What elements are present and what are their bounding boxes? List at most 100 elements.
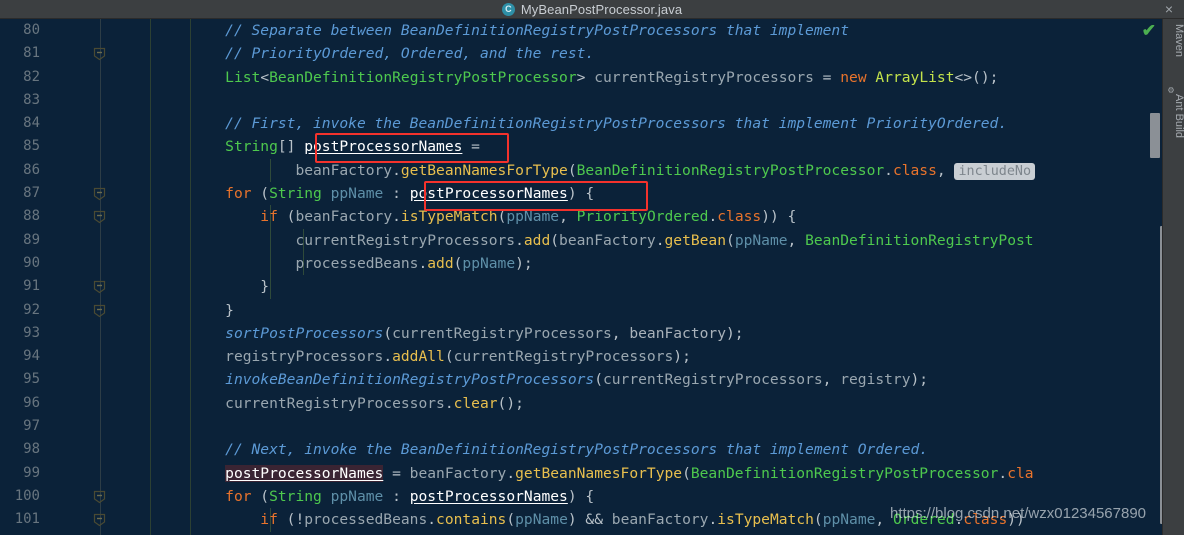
code-token: ( [682,464,691,482]
code-text[interactable]: processedBeans.add(ppName); [190,252,532,275]
code-line[interactable]: 96 currentRegistryProcessors.clear(); [0,392,1162,415]
code-text[interactable]: // First, invoke the BeanDefinitionRegis… [190,112,1007,135]
code-line[interactable]: 84 // First, invoke the BeanDefinitionRe… [0,112,1162,135]
code-line[interactable]: 93 sortPostProcessors(currentRegistryPro… [0,322,1162,345]
code-text[interactable]: currentRegistryProcessors.clear(); [190,392,524,415]
code-line[interactable]: 97 [0,415,1162,438]
code-token: : [383,185,410,203]
code-token: BeanDefinitionRegistryPostProcessor [269,68,577,86]
code-lines[interactable]: 80 // Separate between BeanDefinitionReg… [0,19,1162,532]
line-number: 86 [23,161,40,178]
code-fold-icon[interactable] [93,490,106,504]
line-number: 94 [23,348,40,365]
code-token: < [260,68,270,86]
code-token: BeanDefinitionRegistryPostProcessor [690,464,999,482]
code-line[interactable]: 85 String[] postProcessorNames = [0,135,1162,158]
code-token: includeNo [954,162,1036,180]
code-token: // Next, invoke the BeanDefinitionRegist… [225,441,929,459]
code-token: . [418,254,428,272]
title-bar: C MyBeanPostProcessor.java × [0,0,1184,19]
code-token: class [717,208,762,226]
code-token: PriorityOrdered [576,208,709,226]
line-number: 85 [23,138,40,155]
code-line[interactable]: 101 if (!processedBeans.contains(ppName)… [0,508,1162,532]
code-text[interactable]: sortPostProcessors(currentRegistryProces… [190,322,743,345]
code-token: Ordered [893,511,955,529]
code-text[interactable]: for (String ppName : postProcessorNames)… [190,485,594,508]
code-token: beanFactory [409,464,507,482]
code-line[interactable]: 90 processedBeans.add(ppName); [0,251,1162,276]
code-token: getBeanNamesForType [515,464,683,482]
code-editor[interactable]: 80 // Separate between BeanDefinitionReg… [0,19,1162,535]
code-token: . [954,511,964,529]
code-token: } [190,278,270,296]
code-token: contains [436,511,507,529]
code-line[interactable]: 98 // Next, invoke the BeanDefinitionReg… [0,438,1162,461]
code-text[interactable]: registryProcessors.addAll(currentRegistr… [190,345,691,368]
code-fold-icon[interactable] [93,280,106,294]
code-text[interactable]: if (!processedBeans.contains(ppName) && … [190,508,1025,531]
code-line[interactable]: 88 if (beanFactory.isTypeMatch(ppName, P… [0,205,1162,229]
code-text[interactable]: for (String ppName : postProcessorNames)… [190,182,594,205]
vertical-scrollbar-thumb[interactable] [1150,113,1160,158]
tool-tab-maven[interactable]: Maven [1163,21,1184,57]
code-line[interactable]: 80 // Separate between BeanDefinitionReg… [0,19,1162,42]
line-number: 83 [23,91,40,108]
line-number: 88 [23,208,40,225]
code-token: , [787,231,806,249]
code-line[interactable]: 81 // PriorityOrdered, Ordered, and the … [0,42,1162,65]
code-fold-icon[interactable] [93,304,106,318]
code-token: . [506,464,516,482]
line-number: 99 [23,464,40,481]
code-line[interactable]: 95 invokeBeanDefinitionRegistryPostProce… [0,368,1162,391]
code-line[interactable]: 89 currentRegistryProcessors.add(beanFac… [0,228,1162,252]
code-line[interactable]: 100 for (String ppName : postProcessorNa… [0,485,1162,508]
right-tool-strip: Maven ⚙ Ant Build [1162,19,1184,535]
code-text[interactable]: beanFactory.getBeanNamesForType(BeanDefi… [190,159,1036,183]
code-token: , [875,511,893,529]
code-line[interactable]: 94 registryProcessors.addAll(currentRegi… [0,345,1162,368]
code-fold-icon[interactable] [93,513,106,527]
code-line[interactable]: 91 } [0,275,1162,299]
code-text[interactable]: } [190,299,234,322]
inspection-status-icon[interactable]: ✔ [1142,22,1156,39]
code-text[interactable]: String[] postProcessorNames = [190,135,480,158]
code-token: postProcessorNames [409,487,568,505]
code-token: = [383,464,410,482]
code-token: // First, invoke the BeanDefinitionRegis… [225,115,1008,133]
code-text[interactable]: if (beanFactory.isTypeMatch(ppName, Prio… [190,205,796,228]
code-line[interactable]: 83 [0,89,1162,112]
code-token: for [225,185,252,203]
code-token: ( [550,231,560,249]
code-token: String [269,185,322,203]
code-line[interactable]: 82 List<BeanDefinitionRegistryPostProces… [0,66,1162,89]
code-line[interactable]: 87 for (String ppName : postProcessorNam… [0,182,1162,205]
code-fold-icon[interactable] [93,187,106,201]
code-text[interactable]: // PriorityOrdered, Ordered, and the res… [190,42,594,65]
code-text[interactable]: List<BeanDefinitionRegistryPostProcessor… [190,66,998,89]
code-token: [] [277,138,305,156]
code-text[interactable]: postProcessorNames = beanFactory.getBean… [190,462,1034,485]
code-token: ppName [734,231,788,249]
code-fold-icon[interactable] [93,210,106,224]
code-text[interactable]: invokeBeanDefinitionRegistryPostProcesso… [190,368,928,391]
code-token: ppName [515,511,568,529]
code-token: . [427,511,437,529]
code-line[interactable]: 92 } [0,299,1162,322]
close-icon[interactable]: × [1162,2,1176,16]
code-token: sortPostProcessors [225,324,384,342]
code-text[interactable]: // Separate between BeanDefinitionRegist… [190,19,849,42]
tool-tab-ant-build[interactable]: Ant Build [1163,91,1184,138]
code-line[interactable]: 86 beanFactory.getBeanNamesForType(BeanD… [0,158,1162,183]
code-token: registryProcessors [225,348,384,366]
code-token: ) && [567,511,612,529]
code-token: if [260,208,278,226]
code-line[interactable]: 99 postProcessorNames = beanFactory.getB… [0,462,1162,485]
code-text[interactable]: currentRegistryProcessors.add(beanFactor… [190,229,1033,252]
horizontal-scrollbar-thumb[interactable] [1160,226,1162,524]
code-fold-icon[interactable] [93,47,106,61]
code-text[interactable]: // Next, invoke the BeanDefinitionRegist… [190,438,928,461]
code-text[interactable]: } [190,275,269,298]
